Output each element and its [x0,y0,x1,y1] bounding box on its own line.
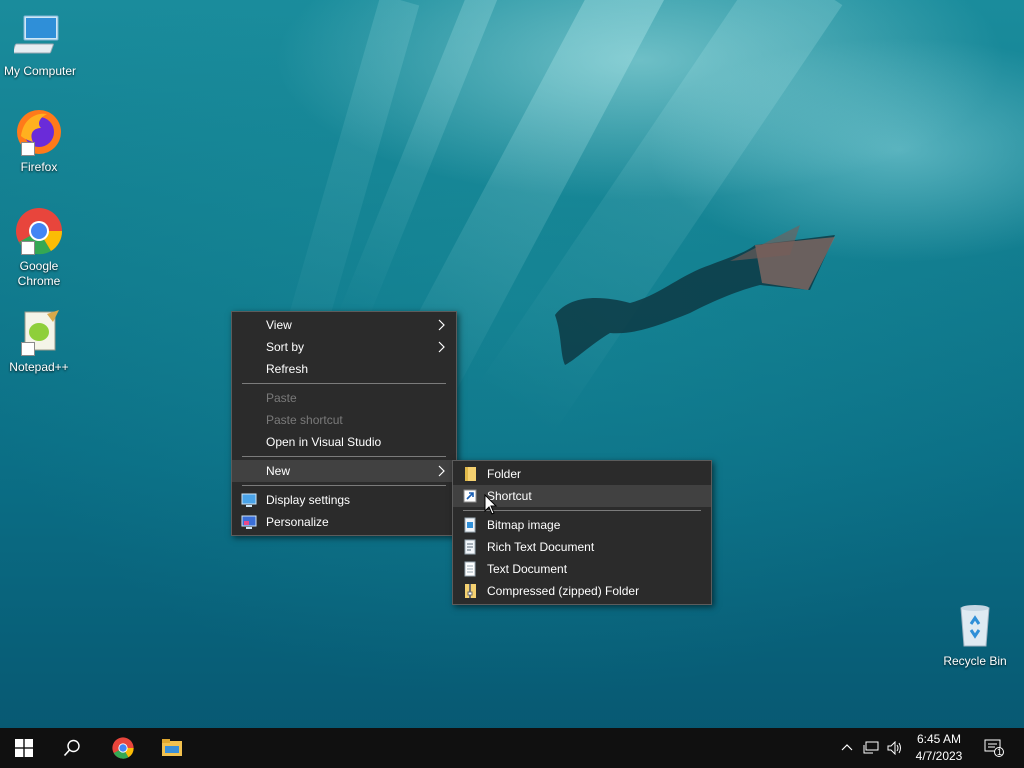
submenu-item-rich-text-document[interactable]: Rich Text Document [453,536,711,558]
taskbar-chrome-button[interactable] [99,728,147,768]
start-button[interactable] [0,728,48,768]
chevron-right-icon [438,465,445,477]
file-explorer-icon [162,739,182,756]
shortcut-arrow-icon [21,241,35,255]
shortcut-arrow-icon [21,342,35,356]
desktop-icon-label: Notepad++ [9,360,69,374]
menu-item-label: Sort by [266,340,305,354]
text-document-icon [464,561,476,577]
notification-badge: 1 [997,747,1003,757]
menu-item-label: Text Document [487,562,568,576]
light-ray [336,0,499,330]
desktop-icon-label: Recycle Bin [943,654,1007,668]
menu-item-personalize[interactable]: Personalize [232,511,456,533]
display-settings-icon [241,493,257,507]
chevron-right-icon [438,341,445,353]
swimmer-silhouette [555,225,835,365]
clock-time: 6:45 AM [916,732,962,746]
network-tray-button[interactable] [860,728,882,768]
menu-item-label: Rich Text Document [487,540,595,554]
folder-icon [465,467,476,481]
menu-item-label: New [266,464,291,478]
chrome-icon [112,737,134,759]
notepadpp-icon [13,306,65,358]
menu-item-label: Open in Visual Studio [266,435,382,449]
menu-item-label: Folder [487,467,522,481]
desktop-icon-notepadpp[interactable]: Notepad++ [0,306,79,375]
menu-separator [463,510,701,511]
desktop-icon-google-chrome[interactable]: Google Chrome [0,205,79,289]
show-hidden-icons-button[interactable] [836,728,858,768]
submenu-item-bitmap-image[interactable]: Bitmap image [453,514,711,536]
search-button[interactable] [48,728,96,768]
menu-item-refresh[interactable]: Refresh [232,358,456,380]
taskbar: 6:45 AM 4/7/2023 1 [0,728,1024,768]
menu-item-open-in-visual-studio[interactable]: Open in Visual Studio [232,431,456,453]
speaker-icon [887,741,901,755]
chevron-right-icon [438,319,445,331]
taskbar-clock[interactable]: 6:45 AM 4/7/2023 [908,731,970,765]
search-icon [63,739,80,757]
personalize-icon [241,515,257,529]
action-center-button[interactable]: 1 [974,728,1014,768]
menu-item-label: Refresh [266,362,309,376]
desktop-icon-recycle-bin[interactable]: Recycle Bin [935,600,1015,669]
submenu-item-folder[interactable]: Folder [453,463,711,485]
menu-separator [242,485,446,486]
menu-item-new[interactable]: New [232,460,456,482]
mouse-cursor-icon [484,494,498,515]
recycle-bin-icon [949,600,1001,652]
windows-logo-icon [15,739,33,757]
menu-item-label: Paste [266,391,297,405]
submenu-item-text-document[interactable]: Text Document [453,558,711,580]
desktop-icon-label: Firefox [20,160,58,174]
menu-item-label: View [266,318,292,332]
menu-separator [242,383,446,384]
chrome-icon [13,205,65,257]
menu-item-view[interactable]: View [232,314,456,336]
menu-item-paste-shortcut[interactable]: Paste shortcut [232,409,456,431]
menu-item-paste[interactable]: Paste [232,387,456,409]
bitmap-image-icon [464,517,476,533]
computer-icon [12,10,66,62]
submenu-item-compressed-folder[interactable]: Compressed (zipped) Folder [453,580,711,602]
zip-folder-icon [465,584,476,598]
rich-text-document-icon [464,539,476,555]
menu-item-label: Personalize [266,515,329,529]
menu-item-label: Bitmap image [487,518,561,532]
firefox-icon [13,106,65,158]
desktop-context-menu: View Sort by Refresh Paste Paste shortcu… [231,311,457,536]
desktop-icon-label: My Computer [3,64,77,78]
shortcut-arrow-icon [21,142,35,156]
menu-item-label: Paste shortcut [266,413,343,427]
menu-separator [242,456,446,457]
desktop-icon-label: Google Chrome [17,259,61,288]
menu-item-display-settings[interactable]: Display settings [232,489,456,511]
menu-item-sort-by[interactable]: Sort by [232,336,456,358]
desktop[interactable]: My Computer Firefox Google Chrome Notepa… [0,0,1024,768]
volume-tray-button[interactable] [884,728,906,768]
clock-date: 4/7/2023 [915,749,963,763]
desktop-icon-my-computer[interactable]: My Computer [0,10,80,79]
shortcut-icon [463,489,477,503]
network-icon [863,741,879,754]
new-submenu: Folder Shortcut Bitmap image Rich Text D… [452,460,712,605]
menu-item-label: Compressed (zipped) Folder [487,584,640,598]
taskbar-file-explorer-button[interactable] [148,728,196,768]
desktop-icon-firefox[interactable]: Firefox [0,106,79,175]
chevron-up-icon [841,744,853,751]
menu-item-label: Display settings [266,493,351,507]
